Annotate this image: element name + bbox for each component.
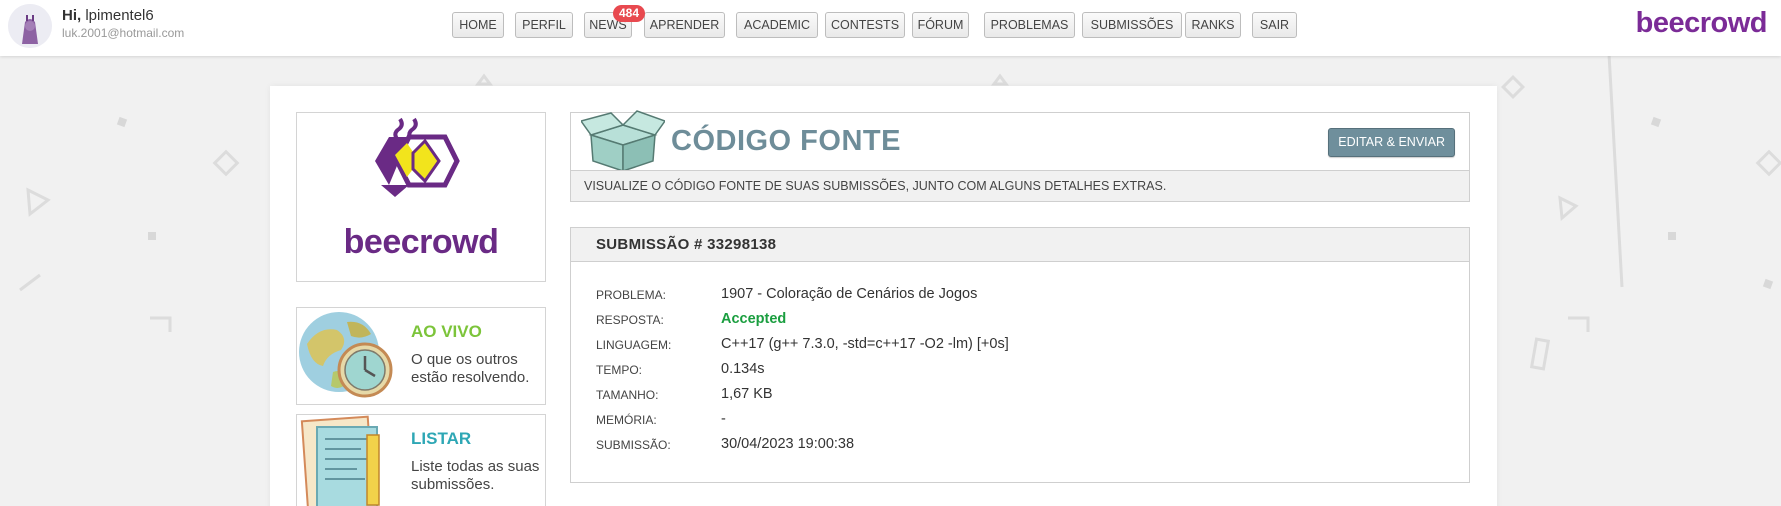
list-box[interactable]: LISTAR Liste todas as suas submissões. (296, 414, 546, 506)
username: lpimentel6 (85, 7, 154, 24)
source-code-panel: CÓDIGO FONTE EDITAR & ENVIAR VISUALIZE O… (570, 110, 1470, 202)
live-box[interactable]: AO VIVO O que os outros estão resolvendo… (296, 307, 546, 405)
answer-status: Accepted (721, 311, 787, 327)
language-value: C++17 (g++ 7.3.0, -std=c++17 -O2 -lm) [+… (721, 336, 1009, 352)
nav-contests[interactable]: CONTESTS (825, 12, 905, 38)
detail-label: RESPOSTA: (596, 313, 664, 327)
open-box-icon (581, 110, 665, 171)
greeting: Hi, lpimentel6 (62, 7, 154, 24)
size-value: 1,67 KB (721, 386, 773, 402)
problem-link[interactable]: 1907 - Coloração de Cenários de Jogos (721, 286, 977, 302)
nav-submissoes[interactable]: SUBMISSÕES (1082, 12, 1182, 38)
globe-clock-icon (299, 312, 393, 398)
beecrowd-hexagon-icon (375, 117, 460, 197)
greeting-label: Hi, (62, 7, 82, 24)
user-avatar-icon (8, 4, 52, 48)
detail-label: MEMÓRIA: (596, 413, 657, 427)
user-email: luk.2001@hotmail.com (62, 26, 185, 40)
detail-label: SUBMISSÃO: (596, 438, 671, 452)
nav-perfil[interactable]: PERFIL (515, 12, 573, 38)
nav-forum[interactable]: FÓRUM (912, 12, 969, 38)
nav-home[interactable]: HOME (452, 12, 504, 38)
submission-heading: SUBMISSÃO # 33298138 (571, 228, 1469, 262)
main-card: beecrowd AO VIVO O que os outros estão r… (270, 86, 1497, 506)
beecrowd-logo-text: beecrowd (343, 223, 499, 261)
nav-aprender[interactable]: APRENDER (644, 12, 725, 38)
list-sheets-icon (300, 415, 380, 506)
nav-sair[interactable]: SAIR (1252, 12, 1297, 38)
detail-label: TAMANHO: (596, 388, 659, 402)
detail-label: LINGUAGEM: (596, 338, 672, 352)
source-description: VISUALIZE O CÓDIGO FONTE DE SUAS SUBMISS… (571, 170, 1469, 201)
detail-label: TEMPO: (596, 363, 643, 377)
nav-problemas[interactable]: PROBLEMAS (984, 12, 1075, 38)
edit-and-submit-button[interactable]: EDITAR & ENVIAR (1328, 128, 1455, 157)
submission-date-value: 30/04/2023 19:00:38 (721, 436, 855, 452)
brand-logo[interactable]: beecrowd (1636, 7, 1768, 40)
time-value: 0.134s (721, 361, 765, 377)
list-description: Liste todas as suas submissões. (411, 458, 540, 493)
page-title: CÓDIGO FONTE (671, 125, 901, 157)
news-count-badge: 484 (613, 5, 646, 22)
live-description: O que os outros estão resolvendo. (411, 351, 530, 386)
nav-academic[interactable]: ACADEMIC (736, 12, 818, 38)
memory-value: - (721, 411, 726, 427)
detail-label: PROBLEMA: (596, 288, 667, 302)
live-title: AO VIVO (411, 322, 482, 341)
list-title: LISTAR (411, 429, 472, 448)
submission-details-panel: SUBMISSÃO # 33298138 PROBLEMA: 1907 - Co… (570, 227, 1470, 483)
nav-ranks[interactable]: RANKS (1185, 12, 1241, 38)
avatar[interactable] (8, 4, 52, 48)
beecrowd-logo-box[interactable]: beecrowd (296, 112, 546, 282)
top-bar: Hi, lpimentel6 luk.2001@hotmail.com HOME… (0, 0, 1781, 56)
